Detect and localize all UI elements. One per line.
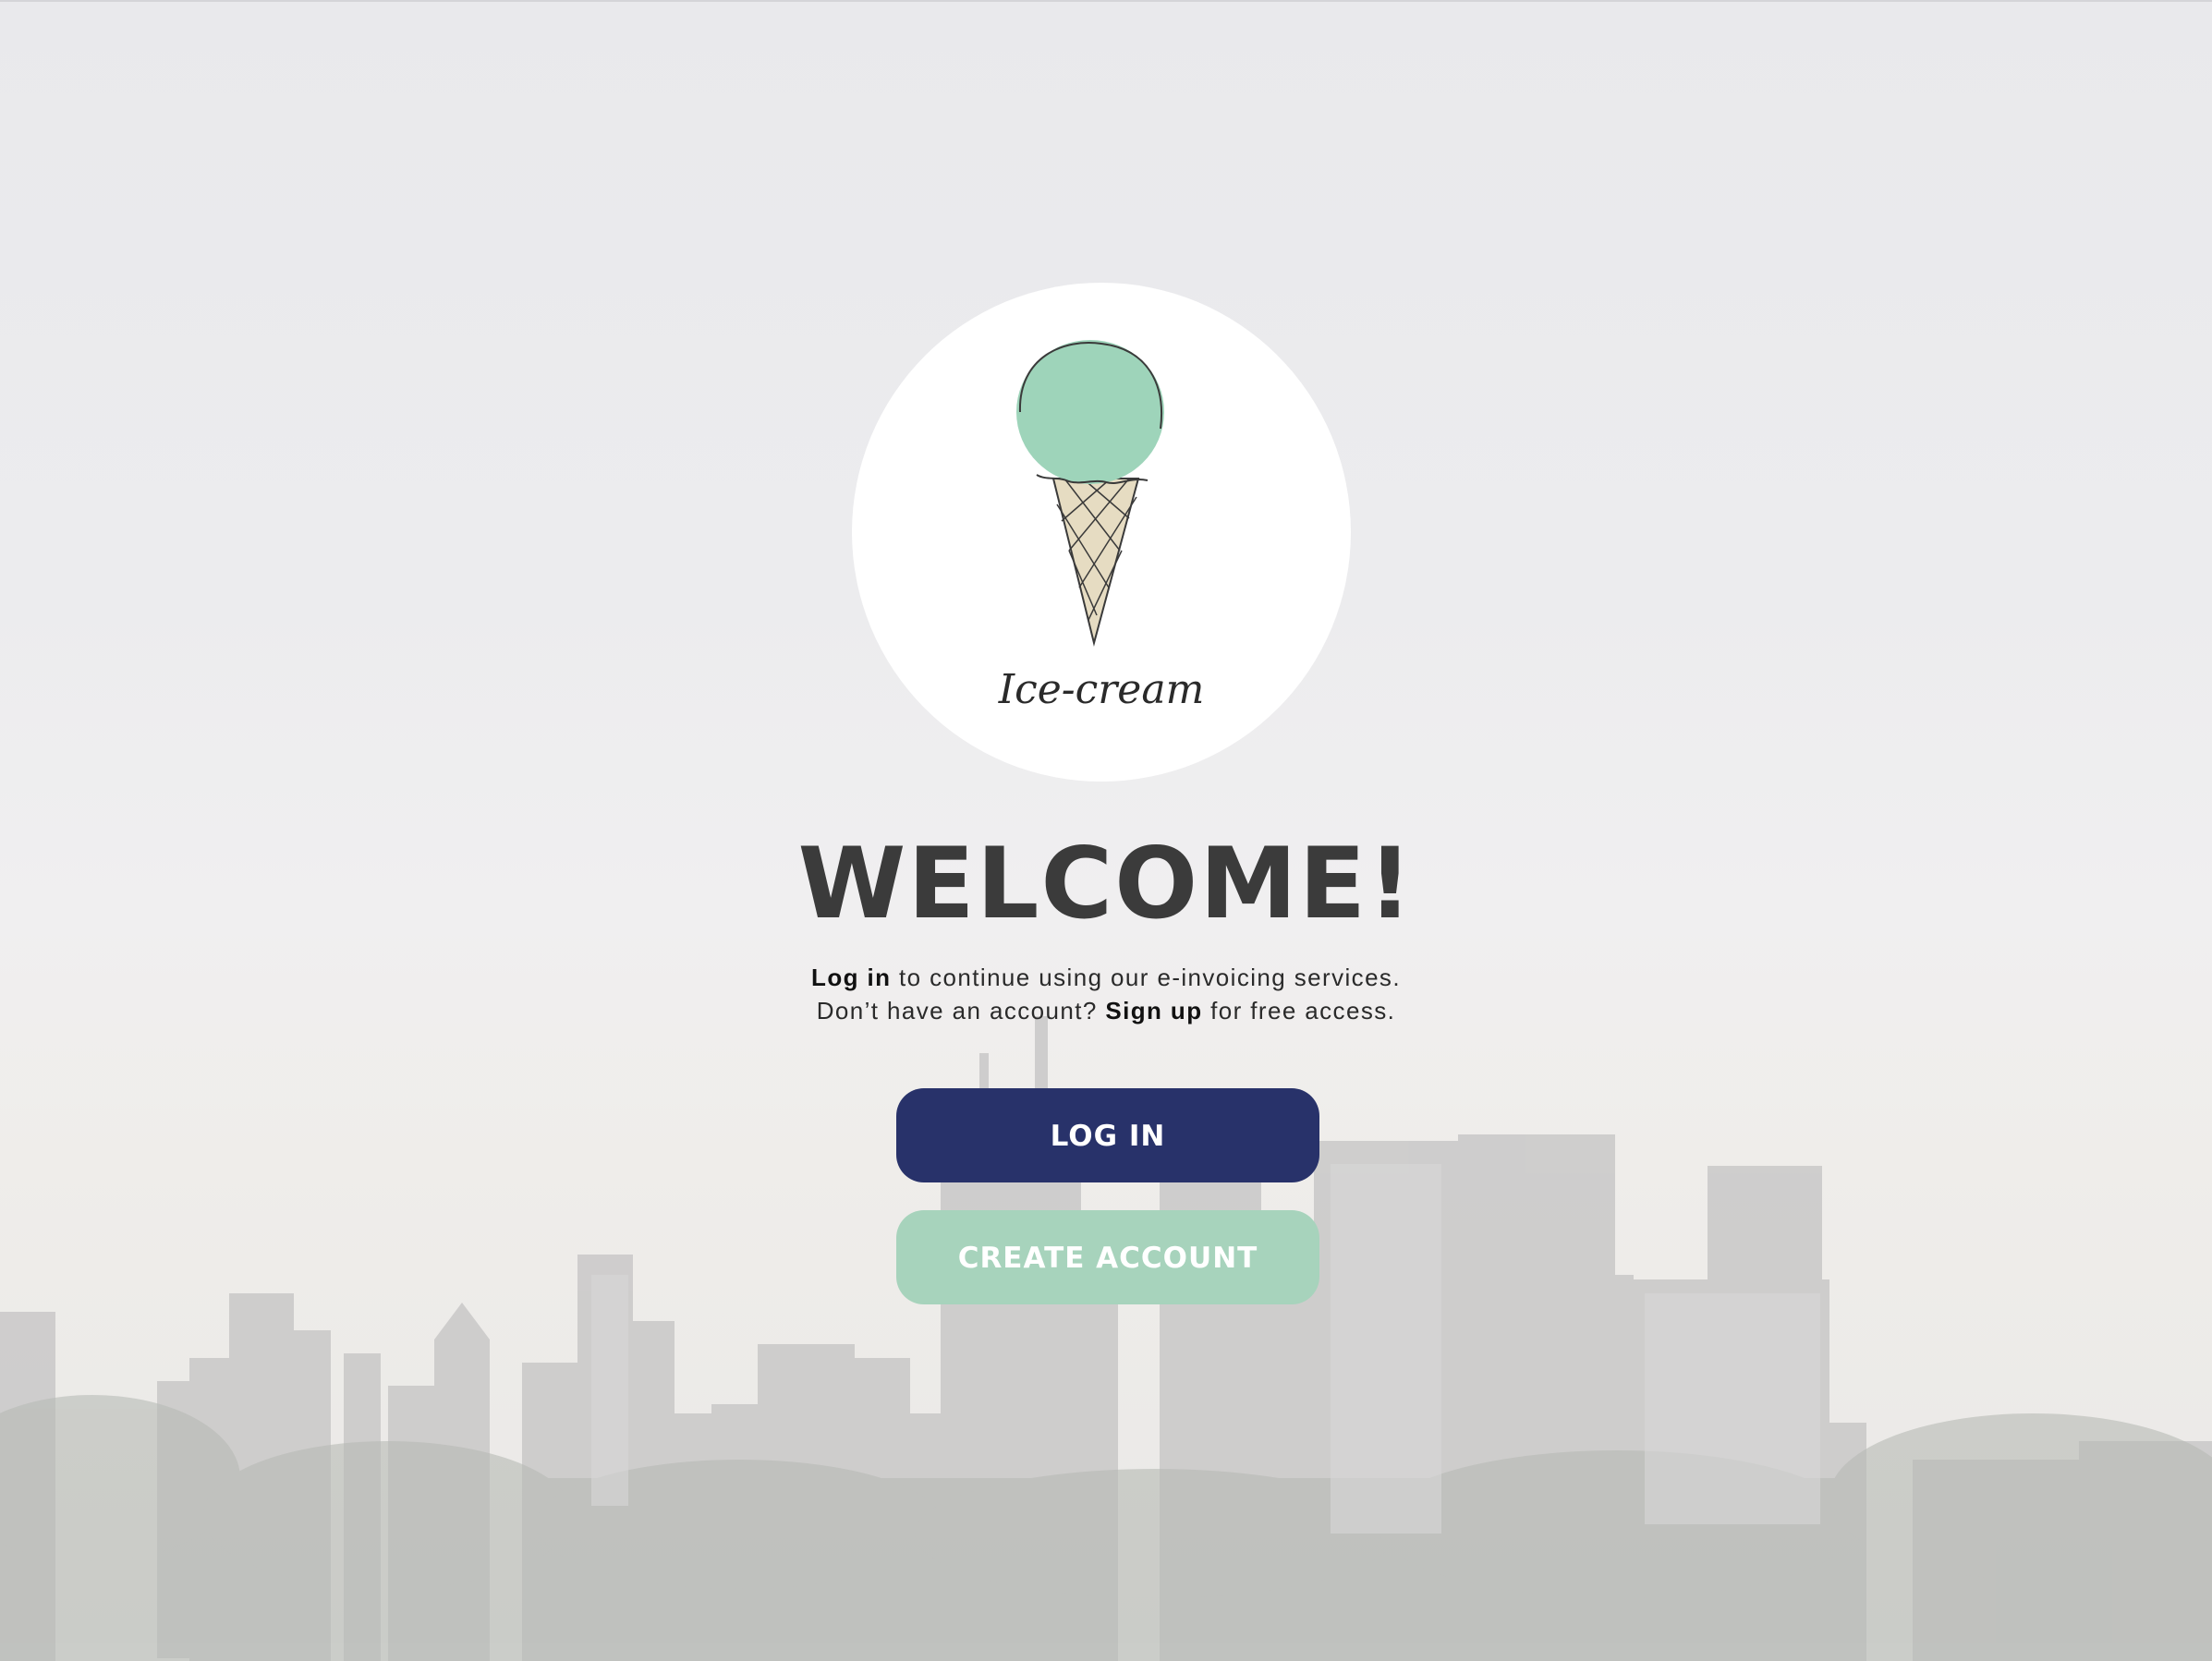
create-account-button[interactable]: CREATE ACCOUNT xyxy=(896,1210,1319,1304)
login-hint: Log in xyxy=(811,964,892,991)
ice-cream-cone-icon: Ice-cream xyxy=(998,340,1205,713)
welcome-message: Log in to continue using our e-invoicing… xyxy=(0,961,2212,1027)
logo-wordmark: Ice-cream xyxy=(998,666,1205,713)
signup-hint: Sign up xyxy=(1105,997,1203,1024)
welcome-line-1-text: to continue using our e-invoicing servic… xyxy=(891,964,1401,991)
login-button[interactable]: LOG IN xyxy=(896,1088,1319,1182)
welcome-line-2: Don’t have an account? Sign up for free … xyxy=(0,994,2212,1027)
welcome-line-2-text: Don’t have an account? xyxy=(816,997,1106,1024)
welcome-line-2-tail: for free access. xyxy=(1202,997,1396,1024)
welcome-line-1: Log in to continue using our e-invoicing… xyxy=(0,961,2212,994)
ice-cream-logo: Ice-cream xyxy=(852,283,1351,782)
page-title: WELCOME! xyxy=(797,827,1415,940)
